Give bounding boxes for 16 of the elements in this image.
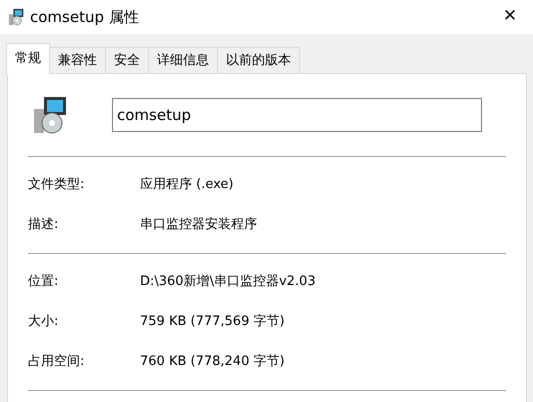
property-value: D:\360新增\串口监控器v2.03	[140, 273, 316, 292]
property-label: 位置:	[28, 273, 60, 292]
property-value: 760 KB (778,240 字节)	[140, 353, 285, 372]
installer-icon	[8, 8, 26, 26]
tab[interactable]: 以前的版本	[217, 47, 300, 73]
property-label: 文件类型:	[28, 176, 86, 194]
window-title: comsetup 属性	[30, 6, 139, 28]
file-name-field[interactable]: comsetup	[112, 98, 482, 132]
property-label: 大小:	[28, 313, 60, 332]
tab[interactable]: 常规	[6, 43, 50, 74]
property-label: 占用空间:	[28, 353, 86, 372]
property-value: 759 KB (777,569 字节)	[140, 313, 285, 332]
property-value: 应用程序 (.exe)	[140, 176, 234, 194]
property-label: 描述:	[28, 216, 60, 234]
close-button[interactable]: ✕	[487, 0, 533, 34]
property-value: 串口监控器安装程序	[140, 216, 257, 234]
